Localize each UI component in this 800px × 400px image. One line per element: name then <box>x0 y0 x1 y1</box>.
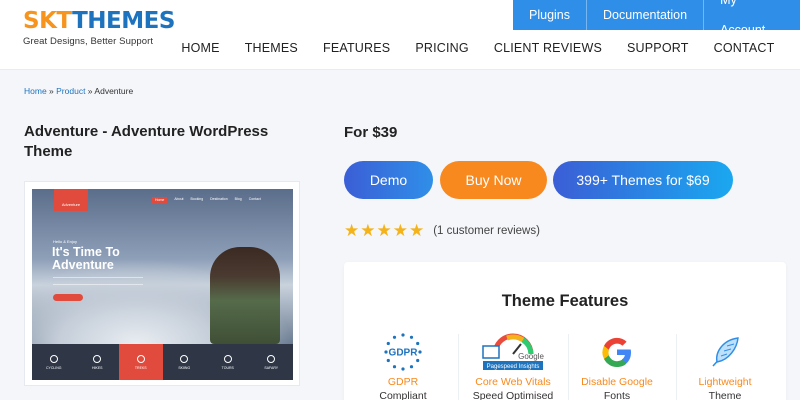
feature-label: Lightweight <box>698 376 752 388</box>
product-price: For $39 <box>344 124 398 141</box>
feather-icon <box>674 332 776 372</box>
theme-preview-card[interactable]: Adventure Home About Booking Destination… <box>24 181 300 386</box>
pagespeed-caption: Pagespeed Insights <box>487 364 540 370</box>
preview-nav-item: Booking <box>190 197 204 201</box>
feature-disable-google-fonts: Disable Google Fonts <box>566 332 668 400</box>
preview-category: TREKS <box>119 344 163 380</box>
top-utility-bar: Plugins Documentation My Account <box>513 0 800 45</box>
bicycle-icon <box>49 354 58 363</box>
nav-contact[interactable]: CONTACT <box>701 41 787 55</box>
preview-category: HIKES <box>76 344 120 380</box>
buy-now-button[interactable]: Buy Now <box>440 161 547 199</box>
nav-pricing[interactable]: PRICING <box>403 41 482 55</box>
feature-label: Disable Google <box>581 376 653 388</box>
site-logo[interactable]: SKTTHEMES Great Designs, Better Support <box>23 8 175 47</box>
breadcrumb-current: Adventure <box>94 86 134 96</box>
preview-category: SAFARY <box>250 344 294 380</box>
breadcrumb-product[interactable]: Product <box>56 86 85 96</box>
preview-nav-item: Destination <box>210 197 228 201</box>
logo-tagline: Great Designs, Better Support <box>23 36 154 47</box>
preview-category: TOURS <box>206 344 250 380</box>
map-icon <box>223 354 232 363</box>
star-rating-icon: ★★★★★ <box>344 221 426 240</box>
gdpr-stars-icon: GDPR <box>352 332 454 372</box>
preview-nav-item: About <box>174 197 184 201</box>
feature-divider <box>458 334 459 400</box>
product-title: Adventure - Adventure WordPress Theme <box>24 123 269 160</box>
preview-headline: It's Time To Adventure <box>52 245 120 272</box>
feature-lightweight: Lightweight Theme <box>674 332 776 400</box>
site-header: SKTTHEMES Great Designs, Better Support … <box>0 0 800 70</box>
feature-label: GDPR <box>387 376 419 388</box>
nav-features[interactable]: FEATURES <box>310 41 402 55</box>
gdpr-badge-text: GDPR <box>389 348 419 359</box>
nav-home[interactable]: HOME <box>169 41 232 55</box>
preview-cta <box>53 294 83 301</box>
feature-sublabel: Compliant <box>379 390 427 400</box>
customer-reviews-link[interactable]: (1 customer reviews) <box>433 225 540 237</box>
hiker-icon <box>136 354 145 363</box>
preview-category-label: CYCLING <box>45 365 62 370</box>
nav-client-reviews[interactable]: CLIENT REVIEWS <box>481 41 614 55</box>
demo-button[interactable]: Demo <box>344 161 433 199</box>
skier-icon <box>180 354 189 363</box>
google-g-icon <box>566 332 668 372</box>
bundle-offer-button[interactable]: 399+ Themes for $69 <box>553 161 733 199</box>
preview-nav: Home About Booking Destination Blog Cont… <box>152 197 261 203</box>
feature-label: Core Web Vitals <box>475 376 551 388</box>
topbar-plugins-link[interactable]: Plugins <box>513 0 586 30</box>
logo-themes: THEMES <box>72 8 175 34</box>
preview-kicker: Hello & Enjoy <box>53 239 78 244</box>
nav-themes[interactable]: THEMES <box>232 41 310 55</box>
boots-icon <box>93 354 102 363</box>
preview-category-label: TOURS <box>221 365 234 370</box>
feature-sublabel: Fonts <box>603 390 631 400</box>
theme-features-panel: Theme Features GDPR GDPR Compliant Googl… <box>344 262 786 400</box>
preview-category-label: TREKS <box>134 365 147 370</box>
breadcrumb-separator: » <box>46 86 57 96</box>
binoculars-icon <box>267 354 276 363</box>
google-word: Google <box>518 352 544 361</box>
breadcrumb-home[interactable]: Home <box>24 86 47 96</box>
preview-category-label: SKIING <box>178 365 191 370</box>
preview-subtext <box>53 277 143 285</box>
rating-row: ★★★★★ (1 customer reviews) <box>344 221 540 241</box>
topbar-my-account-link[interactable]: My Account <box>703 0 800 45</box>
features-title: Theme Features <box>501 292 629 310</box>
topbar-documentation-link[interactable]: Documentation <box>586 0 703 30</box>
preview-category: SKIING <box>163 344 207 380</box>
theme-preview-image[interactable]: Adventure Home About Booking Destination… <box>32 189 293 380</box>
main-navigation: HOME THEMES FEATURES PRICING CLIENT REVI… <box>169 41 787 55</box>
preview-category-label: HIKES <box>91 365 103 370</box>
preview-category-bar: CYCLING HIKES TREKS SKIING TOURS SAFARY <box>32 344 293 380</box>
feature-sublabel: Speed Optimised <box>472 390 554 400</box>
nav-support[interactable]: SUPPORT <box>615 41 702 55</box>
feature-core-web-vitals: Google Pagespeed Insights Core Web Vital… <box>462 332 564 400</box>
feature-gdpr: GDPR GDPR Compliant <box>352 332 454 400</box>
preview-nav-item: Blog <box>234 197 242 201</box>
feature-sublabel: Theme <box>708 390 742 400</box>
preview-category-label: SAFARY <box>264 365 279 370</box>
preview-logo: Adventure <box>54 189 88 211</box>
breadcrumb: Home » Product » Adventure <box>24 86 133 96</box>
pagespeed-gauge-icon: Google Pagespeed Insights <box>462 332 564 372</box>
preview-hiker <box>210 247 280 344</box>
preview-nav-item: Contact <box>248 197 261 201</box>
preview-category: CYCLING <box>32 344 76 380</box>
logo-skt: SKT <box>23 8 73 34</box>
preview-nav-item: Home <box>152 197 168 203</box>
